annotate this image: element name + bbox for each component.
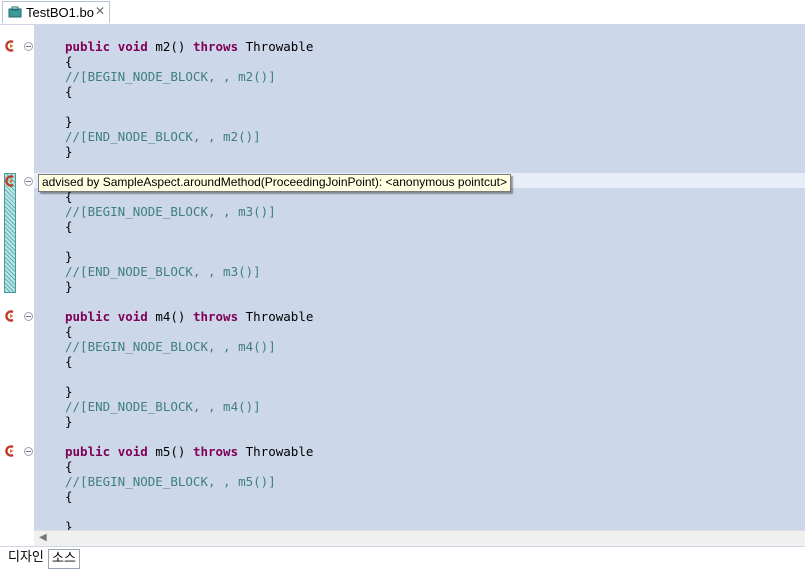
method-signature: public void m5() throws Throwable xyxy=(65,444,313,459)
advice-marker-icon[interactable] xyxy=(4,40,16,52)
code-token: } xyxy=(65,114,73,129)
code-token: { xyxy=(65,54,73,69)
code-token: void xyxy=(117,444,148,459)
code-token: void xyxy=(117,39,148,54)
code-token: m5() xyxy=(147,444,193,459)
editor-tab-label: TestBO1.bo xyxy=(26,5,94,20)
horizontal-scrollbar[interactable]: ◀ xyxy=(34,530,805,547)
code-token: { xyxy=(65,354,73,369)
end-node-comment: //[END_NODE_BLOCK, , m2()] xyxy=(65,129,261,144)
code-token: } xyxy=(65,519,73,530)
code-token: Throwable xyxy=(238,309,314,324)
code-brace: { xyxy=(65,324,73,339)
code-token: public xyxy=(65,309,111,324)
advice-marker-icon[interactable] xyxy=(4,175,16,187)
code-token: throws xyxy=(192,444,239,459)
code-token: } xyxy=(65,279,73,294)
end-node-comment: //[END_NODE_BLOCK, , m3()] xyxy=(65,264,261,279)
code-token: Throwable xyxy=(238,39,314,54)
source-editor[interactable]: public void m2() throws Throwable{//[BEG… xyxy=(0,25,805,530)
code-token: { xyxy=(65,489,73,504)
begin-node-comment: //[BEGIN_NODE_BLOCK, , m3()] xyxy=(65,204,276,219)
scroll-left-icon[interactable]: ◀ xyxy=(39,532,47,543)
code-token: throws xyxy=(192,309,239,324)
editor-page-tabs: 디자인 소스 xyxy=(0,546,805,571)
code-brace: } xyxy=(65,249,73,264)
code-token: } xyxy=(65,249,73,264)
code-token: //[END_NODE_BLOCK, , m3()] xyxy=(65,264,261,279)
method-signature: public void m2() throws Throwable xyxy=(65,39,313,54)
code-brace: } xyxy=(65,279,73,294)
code-brace: } xyxy=(65,384,73,399)
code-token: } xyxy=(65,144,73,159)
code-brace: { xyxy=(65,489,73,504)
code-token: //[BEGIN_NODE_BLOCK, , m2()] xyxy=(65,69,276,84)
begin-node-comment: //[BEGIN_NODE_BLOCK, , m4()] xyxy=(65,339,276,354)
code-token: public xyxy=(65,444,111,459)
advice-marker-icon[interactable] xyxy=(4,445,16,457)
code-brace: } xyxy=(65,414,73,429)
code-token: void xyxy=(117,309,148,324)
code-token: //[BEGIN_NODE_BLOCK, , m3()] xyxy=(65,204,276,219)
code-token: //[END_NODE_BLOCK, , m4()] xyxy=(65,399,261,414)
code-token: { xyxy=(65,324,73,339)
code-brace: } xyxy=(65,114,73,129)
begin-node-comment: //[BEGIN_NODE_BLOCK, , m5()] xyxy=(65,474,276,489)
code-brace: } xyxy=(65,144,73,159)
code-token: } xyxy=(65,414,73,429)
code-brace: { xyxy=(65,219,73,234)
editor-tab-testbo1[interactable]: TestBO1.bo ✕ xyxy=(2,1,110,23)
code-brace: { xyxy=(65,84,73,99)
code-brace: { xyxy=(65,54,73,69)
tab-design[interactable]: 디자인 xyxy=(5,549,47,567)
code-token: m4() xyxy=(147,309,193,324)
advice-tooltip: advised by SampleAspect.aroundMethod(Pro… xyxy=(38,174,511,192)
code-token: public xyxy=(65,39,111,54)
code-token: throws xyxy=(192,39,239,54)
fold-toggle-icon[interactable] xyxy=(24,42,33,51)
code-token: m2() xyxy=(147,39,193,54)
code-token: } xyxy=(65,384,73,399)
code-brace: { xyxy=(65,354,73,369)
advice-marker-icon[interactable] xyxy=(4,310,16,322)
fold-toggle-icon[interactable] xyxy=(24,447,33,456)
code-token: { xyxy=(65,84,73,99)
code-token: //[END_NODE_BLOCK, , m2()] xyxy=(65,129,261,144)
close-icon[interactable]: ✕ xyxy=(95,4,105,18)
tab-source[interactable]: 소스 xyxy=(48,549,80,569)
editor-tab-bar: TestBO1.bo ✕ xyxy=(0,0,805,25)
code-brace: } xyxy=(65,519,73,530)
begin-node-comment: //[BEGIN_NODE_BLOCK, , m2()] xyxy=(65,69,276,84)
fold-toggle-icon[interactable] xyxy=(24,312,33,321)
code-token: Throwable xyxy=(238,444,314,459)
code-token: { xyxy=(65,219,73,234)
end-node-comment: //[END_NODE_BLOCK, , m4()] xyxy=(65,399,261,414)
code-token: { xyxy=(65,459,73,474)
code-token: //[BEGIN_NODE_BLOCK, , m4()] xyxy=(65,339,276,354)
java-class-file-icon xyxy=(8,6,22,18)
code-brace: { xyxy=(65,459,73,474)
fold-toggle-icon[interactable] xyxy=(24,177,33,186)
method-signature: public void m4() throws Throwable xyxy=(65,309,313,324)
annotation-range-bar xyxy=(4,173,16,293)
code-token: //[BEGIN_NODE_BLOCK, , m5()] xyxy=(65,474,276,489)
